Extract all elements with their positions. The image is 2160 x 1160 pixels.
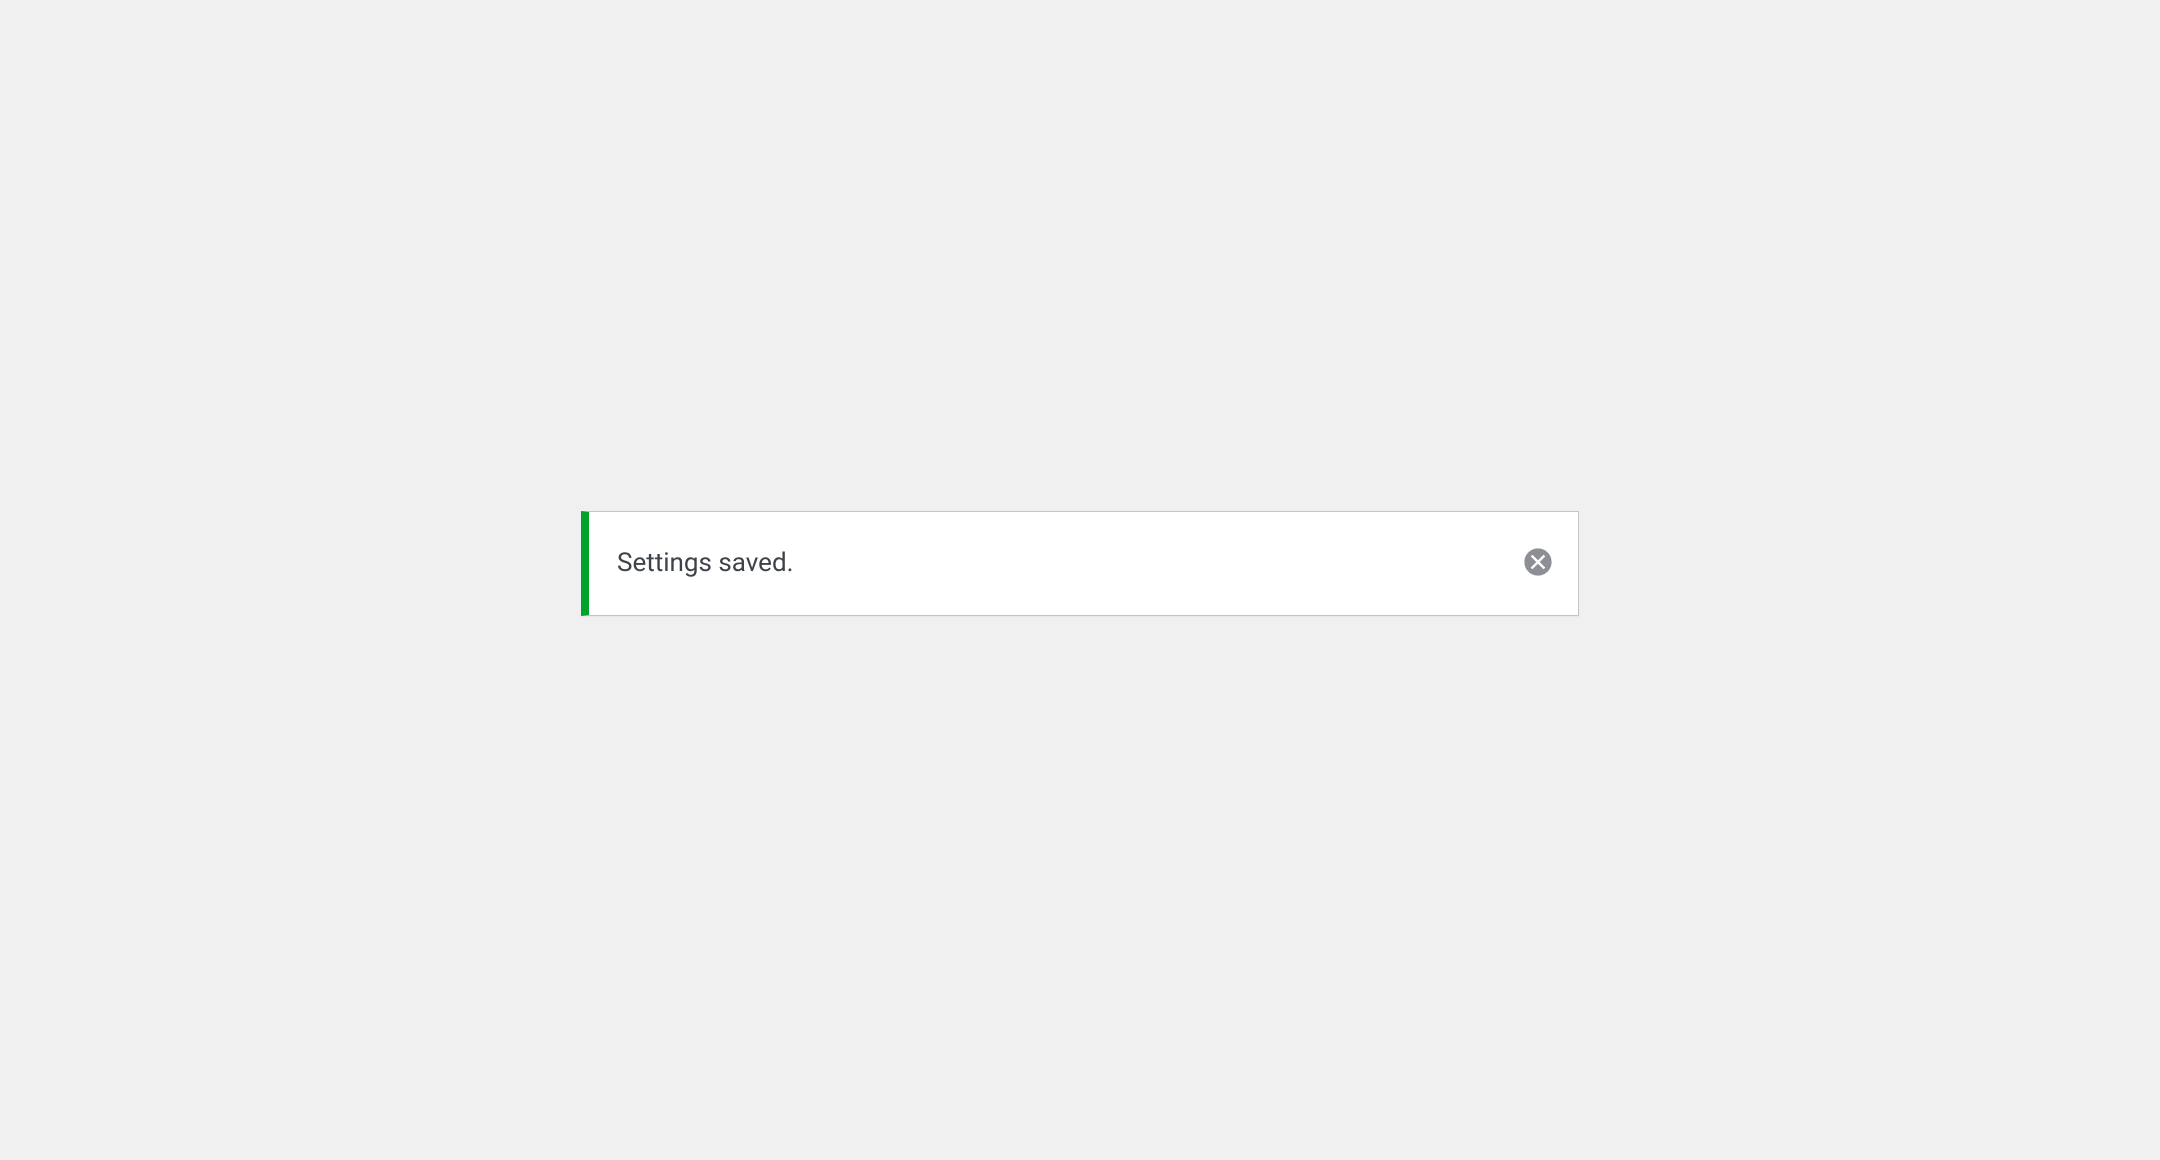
notice-message: Settings saved. xyxy=(617,544,794,583)
dismiss-button[interactable] xyxy=(1518,544,1558,584)
close-icon xyxy=(1521,545,1555,582)
success-notice: Settings saved. xyxy=(581,511,1579,616)
